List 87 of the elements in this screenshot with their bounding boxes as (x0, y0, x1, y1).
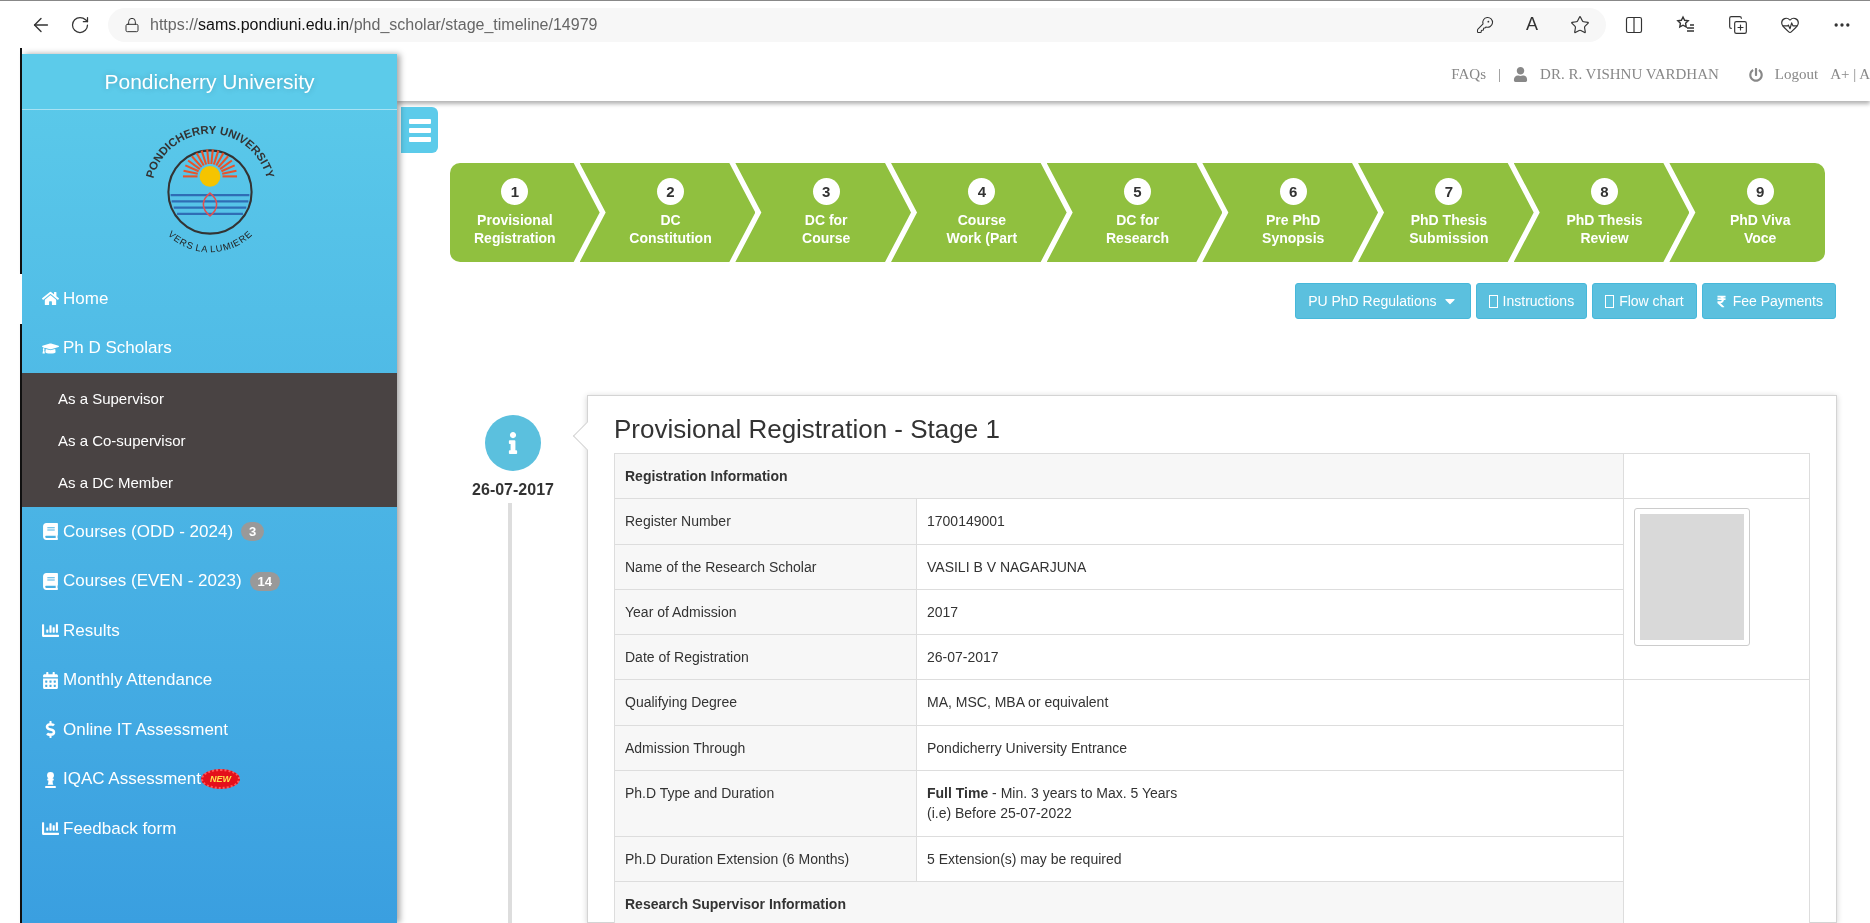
sidebar-item[interactable]: IQAC Assessment NEW (18, 754, 397, 804)
table-cell: Ph.D Duration Extension (6 Months) (614, 836, 917, 882)
sidebar-item[interactable]: Monthly Attendance (18, 655, 397, 705)
power-icon (1748, 67, 1763, 82)
step-label[interactable]: PhD Thesis Submission (1409, 210, 1489, 248)
stage-title: Provisional Registration - Stage 1 (614, 414, 1001, 445)
step-number[interactable]: 9 (1746, 177, 1774, 205)
read-aloud-icon[interactable]: A (1526, 14, 1538, 35)
table-cell: Register Number (614, 498, 917, 545)
section-heading: Registration Information (614, 453, 1624, 499)
url-text: https://sams.pondiuni.edu.in/phd_scholar/stage_timeline/14979 (150, 15, 598, 34)
table-cell: Year of Admission (614, 589, 917, 635)
step-number[interactable]: 3 (812, 177, 840, 205)
submenu-item[interactable]: As a Co-supervisor (22, 419, 397, 461)
split-screen-icon[interactable] (1624, 14, 1644, 35)
sidebar-item[interactable]: Ph D Scholars (18, 323, 397, 373)
table-cell: Ph.D Type and Duration (614, 770, 917, 837)
table-cell: 2017 (916, 589, 1624, 635)
star-list-icon[interactable] (1676, 14, 1696, 35)
step-number[interactable]: 1 (501, 177, 529, 205)
text-size-links[interactable]: A+ | A (1830, 66, 1870, 83)
menu-toggle-button[interactable] (401, 107, 438, 153)
key-icon[interactable] (1476, 15, 1494, 34)
action-button[interactable]: PU PhD Regulations (1295, 283, 1471, 319)
new-badge: NEW (200, 769, 240, 790)
step-number[interactable]: 2 (657, 177, 684, 205)
square-icon (1488, 294, 1498, 308)
sidebar-item[interactable]: Online IT Assessment (18, 705, 397, 755)
action-button[interactable]: Instructions (1475, 283, 1588, 319)
count-badge: 3 (241, 522, 265, 542)
action-button[interactable]: Fee Payments (1701, 283, 1836, 319)
step-number[interactable]: 4 (968, 177, 996, 205)
table-cell: VASILI B V NAGARJUNA (916, 544, 1624, 590)
user-icon (1513, 67, 1529, 82)
step-number[interactable]: 8 (1591, 177, 1619, 205)
table-cell: Name of the Research Scholar (614, 544, 917, 590)
step-label[interactable]: PhD Thesis Review (1566, 210, 1643, 248)
info-icon (485, 415, 541, 471)
table-cell: MA, MSC, MBA or equivalent (916, 680, 1624, 726)
step-label[interactable]: Provisional Registration (474, 210, 556, 248)
count-badge: 14 (249, 571, 281, 591)
step-number[interactable]: 5 (1124, 177, 1151, 205)
table-cell: Date of Registration (614, 634, 917, 680)
home-icon (42, 290, 59, 308)
table-cell: Qualifying Degree (614, 680, 917, 726)
refresh-icon[interactable] (70, 14, 90, 35)
logout-link[interactable]: Logout (1774, 66, 1819, 83)
sidebar-item[interactable]: Courses (EVEN - 2023) 14 (18, 556, 397, 606)
collections-icon[interactable] (1728, 14, 1748, 35)
table-cell: Admission Through (614, 725, 917, 771)
table-cell: 26-07-2017 (916, 634, 1624, 680)
table-cell: 1700149001 (916, 498, 1624, 545)
faqs-link[interactable]: FAQs (1451, 66, 1487, 83)
lock-icon (124, 16, 140, 33)
sidebar-item[interactable]: Home (18, 274, 397, 324)
step-label[interactable]: DC for Course (802, 210, 851, 248)
timeline-date: 26-07-2017 (472, 481, 554, 499)
submenu-item[interactable]: As a DC Member (22, 461, 397, 503)
calendar-icon (42, 671, 59, 689)
book-icon (42, 523, 59, 541)
step-label[interactable]: Pre PhD Synopsis (1262, 210, 1325, 248)
bar-chart-icon (42, 820, 59, 838)
rupee-icon (1714, 294, 1728, 308)
sidebar-title: Pondicherry University (22, 54, 397, 110)
step-label[interactable]: DC Constitution (629, 210, 712, 248)
step-number[interactable]: 7 (1435, 177, 1463, 205)
table-cell: Pondicherry University Entrance (916, 725, 1624, 771)
star-icon[interactable] (1570, 14, 1590, 35)
step-label[interactable]: DC for Research (1106, 210, 1170, 248)
section-heading: Research Supervisor Information (614, 881, 1624, 923)
sidebar-item[interactable]: Courses (ODD - 2024) 3 (18, 507, 397, 557)
address-bar[interactable]: https://sams.pondiuni.edu.in/phd_scholar/stage_timeline/14979 A (108, 7, 1606, 42)
submenu-item[interactable]: As a Supervisor (22, 377, 397, 419)
step-number[interactable]: 6 (1279, 177, 1307, 205)
step-label[interactable]: PhD Viva Voce (1730, 210, 1791, 248)
sidebar-item[interactable]: Feedback form (18, 804, 397, 854)
pawn-icon (42, 770, 59, 788)
step-label[interactable]: Course Work (Part (946, 210, 1018, 248)
separator: | (1498, 66, 1502, 83)
table-cell: Full Time - Min. 3 years to Max. 5 Years (i.e) Before 25-07-2022 (916, 770, 1624, 837)
user-name: DR. R. VISHNU VARDHAN (1540, 66, 1719, 83)
table-cell: 5 Extension(s) may be required (916, 836, 1624, 882)
action-button[interactable]: Flow chart (1592, 283, 1697, 319)
bar-chart-icon (42, 622, 59, 640)
sidebar-item[interactable]: Results (18, 606, 397, 656)
square-icon (1605, 294, 1615, 308)
book-icon (42, 572, 59, 590)
